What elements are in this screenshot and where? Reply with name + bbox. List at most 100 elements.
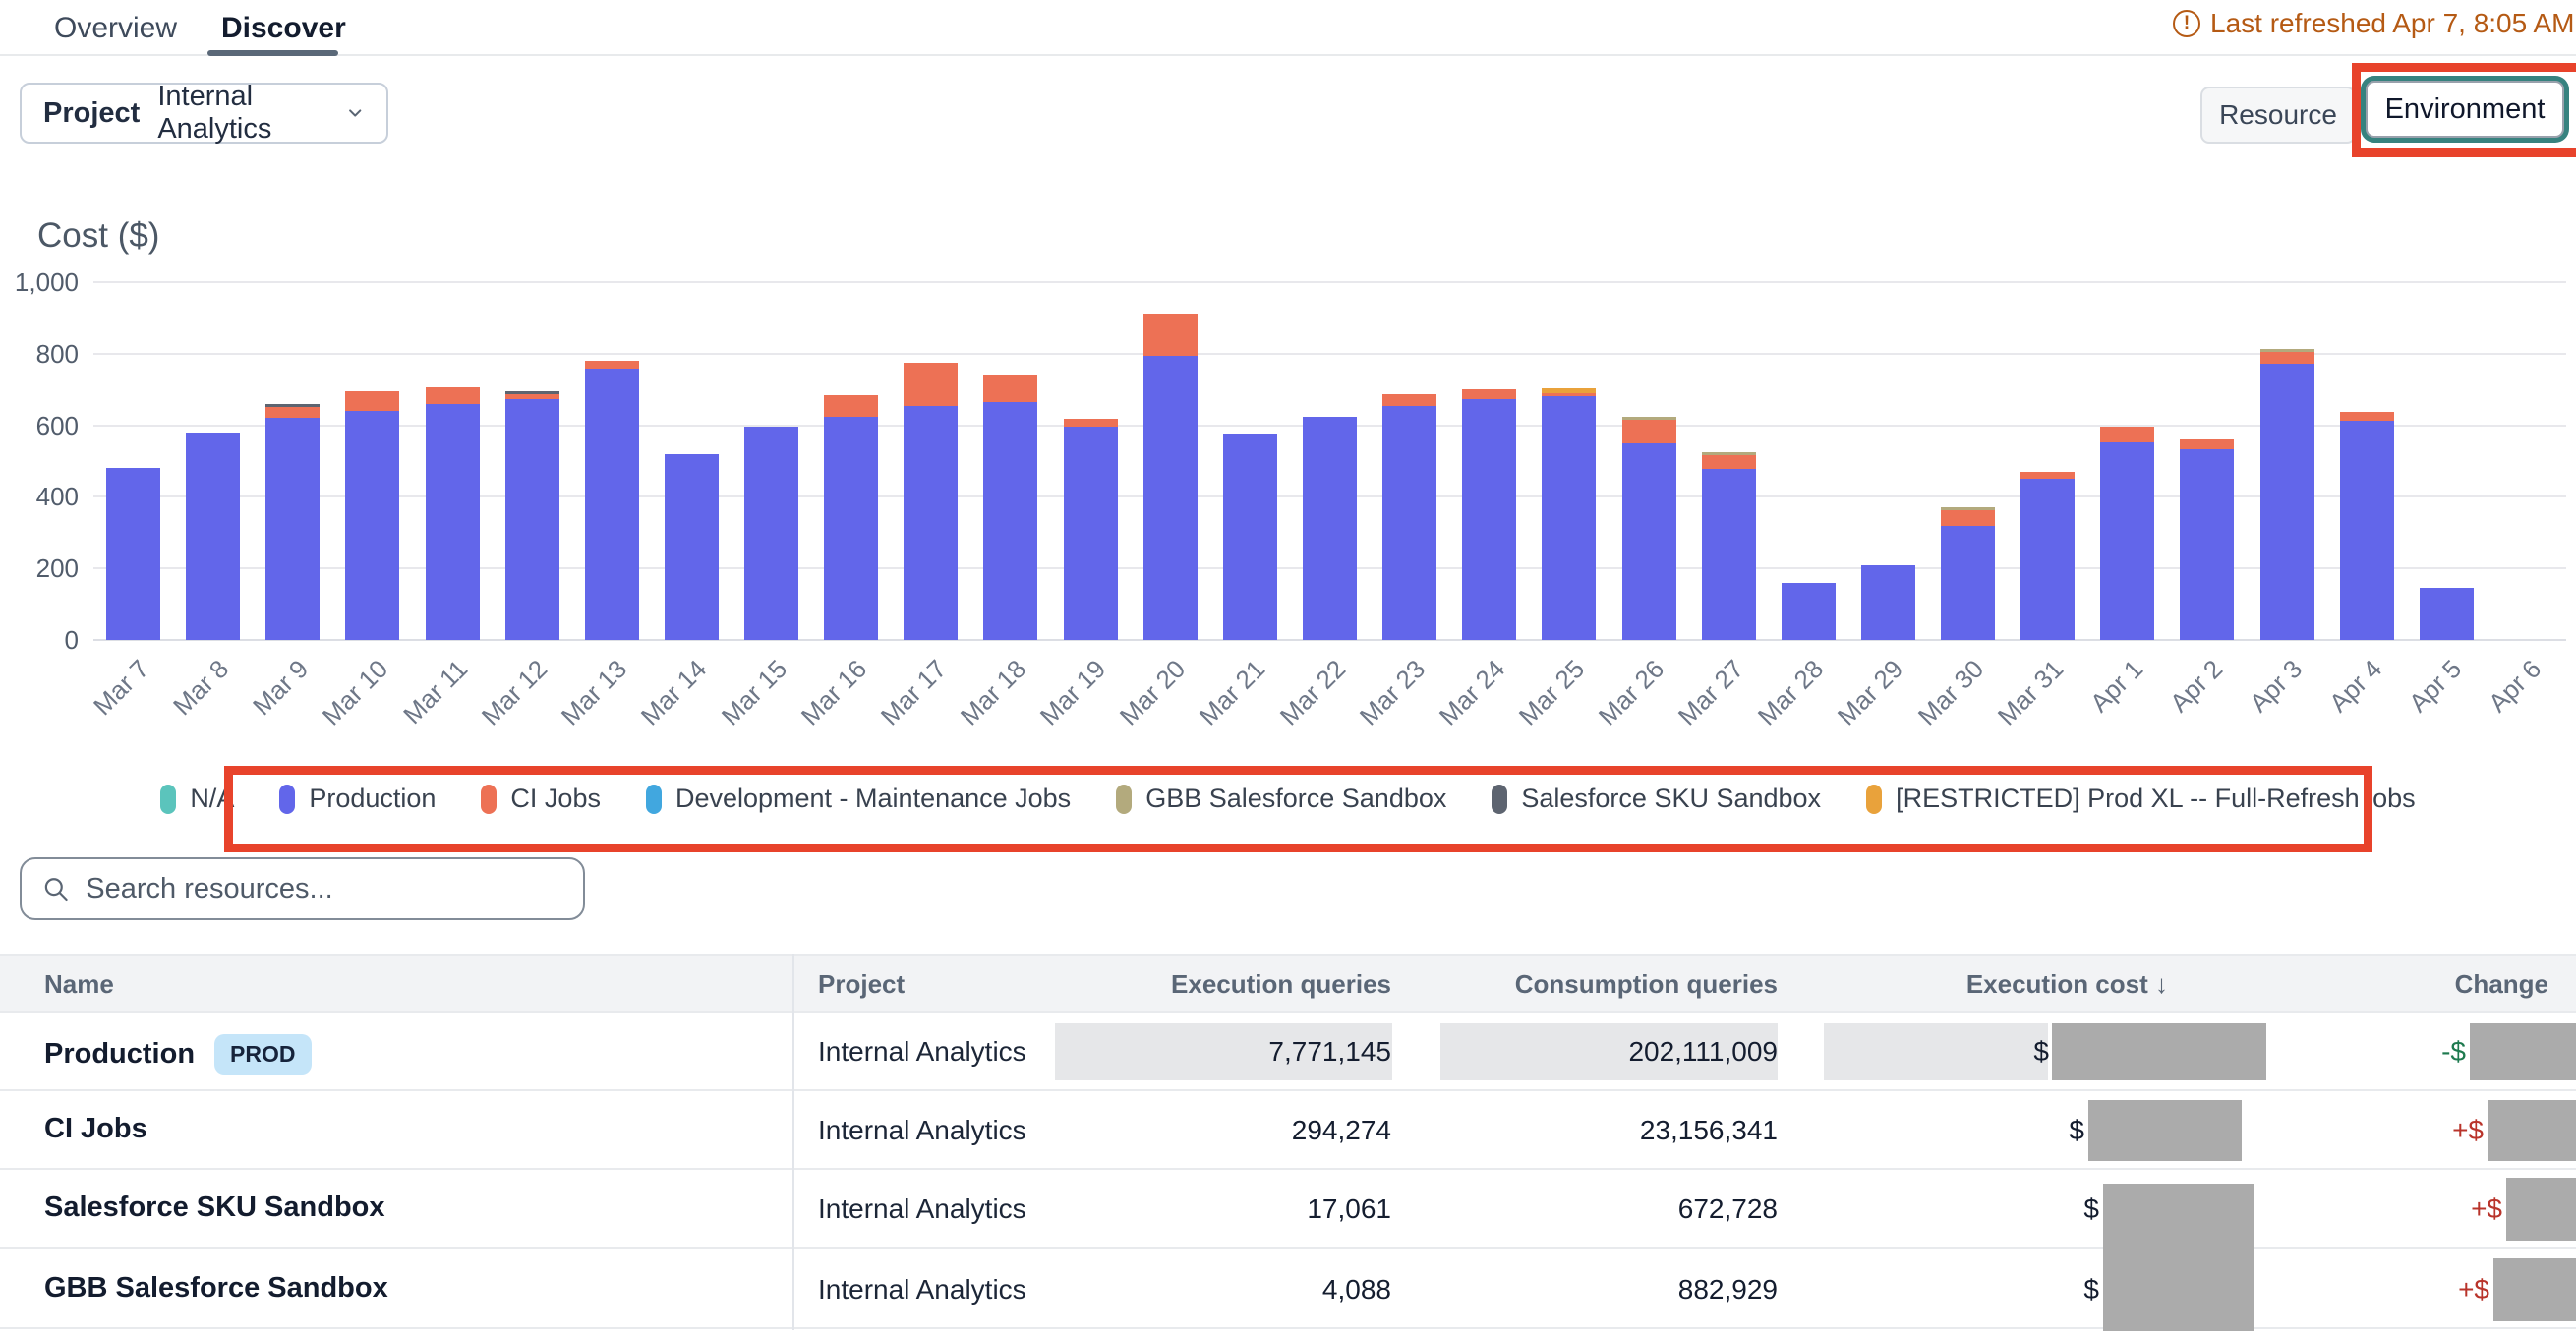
- bar-segment-production: [345, 411, 399, 640]
- bar-segment-production: [426, 404, 480, 640]
- consumption-queries-cell: 23,156,341: [1640, 1115, 1778, 1146]
- bar-segment-ci-jobs: [426, 387, 480, 403]
- legend-label: [RESTRICTED] Prod XL -- Full-Refresh job…: [1896, 784, 2416, 814]
- legend-label: N/A: [190, 784, 234, 814]
- bar-mar-21: [1223, 434, 1277, 640]
- legend-swatch: [1866, 785, 1882, 814]
- table-row-salesforce-sku-sandbox[interactable]: Salesforce SKU SandboxInternal Analytics…: [0, 1170, 2576, 1249]
- legend-item-gbb-salesforce-sandbox[interactable]: GBB Salesforce Sandbox: [1116, 784, 1446, 814]
- bar-mar-23: [1382, 394, 1436, 640]
- legend-swatch: [646, 785, 662, 814]
- bar-mar-16: [824, 395, 878, 640]
- change-prefix: -$: [2441, 1036, 2466, 1068]
- bar-apr-4: [2340, 412, 2394, 640]
- execution-cost-prefix: $: [2083, 1274, 2099, 1306]
- bar-mar-31: [2020, 472, 2075, 640]
- cost-bar-chart: [93, 282, 2566, 640]
- legend-item-production[interactable]: Production: [279, 784, 436, 814]
- project-filter-dropdown[interactable]: Project Internal Analytics: [20, 83, 388, 144]
- consumption-queries-cell: 882,929: [1678, 1274, 1778, 1306]
- legend-swatch: [1116, 785, 1132, 814]
- tab-discover[interactable]: Discover: [221, 12, 346, 45]
- bar-segment-production: [1303, 417, 1357, 640]
- bar-mar-24: [1462, 389, 1516, 640]
- tab-overview[interactable]: Overview: [54, 12, 177, 45]
- bar-segment-ci-jobs: [1382, 394, 1436, 406]
- bar-apr-1: [2100, 427, 2154, 640]
- bar-segment-ci-jobs: [1143, 314, 1198, 356]
- resource-name: Salesforce SKU Sandbox: [44, 1192, 385, 1224]
- resource-name-cell[interactable]: CI Jobs: [44, 1113, 147, 1145]
- y-tick-label: 800: [0, 339, 79, 370]
- bar-mar-17: [904, 363, 958, 640]
- legend-swatch: [1492, 785, 1507, 814]
- execution-cost-redaction: [2103, 1184, 2254, 1331]
- last-refreshed-text: Last refreshed Apr 7, 8:05 AM PDT: [2210, 8, 2576, 39]
- bar-segment-production: [1622, 443, 1676, 640]
- resource-name: Production: [44, 1038, 195, 1071]
- bar-segment-production: [1382, 406, 1436, 640]
- bar-segment-production: [744, 427, 798, 640]
- column-header-consumption-queries[interactable]: Consumption queries: [1515, 969, 1778, 1000]
- bar-mar-29: [1861, 565, 1915, 640]
- search-input[interactable]: [86, 873, 563, 905]
- legend-item-n-a[interactable]: N/A: [160, 784, 234, 814]
- bar-segment-production: [2020, 479, 2075, 640]
- bar-segment-ci-jobs: [2180, 439, 2234, 449]
- bar-segment-ci-jobs: [2100, 427, 2154, 442]
- legend-label: Salesforce SKU Sandbox: [1521, 784, 1821, 814]
- bar-mar-22: [1303, 417, 1357, 640]
- bar-segment-ci-jobs: [2020, 472, 2075, 479]
- column-header-project[interactable]: Project: [818, 969, 905, 1000]
- bar-segment-production: [106, 468, 160, 640]
- legend-item-ci-jobs[interactable]: CI Jobs: [481, 784, 601, 814]
- bar-mar-8: [186, 433, 240, 640]
- project-cell: Internal Analytics: [818, 1115, 1026, 1146]
- bar-segment-production: [665, 454, 719, 640]
- table-row-production[interactable]: ProductionPRODInternal Analytics7,771,14…: [0, 1013, 2576, 1091]
- table-row-ci-jobs[interactable]: CI JobsInternal Analytics294,27423,156,3…: [0, 1091, 2576, 1170]
- resource-name-cell[interactable]: GBB Salesforce Sandbox: [44, 1272, 388, 1305]
- legend-item--restricted-prod-xl-full-refresh-jobs[interactable]: [RESTRICTED] Prod XL -- Full-Refresh job…: [1866, 784, 2416, 814]
- execution-cost-redaction: [2088, 1100, 2242, 1161]
- resource-name-cell[interactable]: ProductionPROD: [44, 1034, 312, 1075]
- bar-mar-27: [1702, 452, 1756, 640]
- change-prefix: +$: [2458, 1274, 2489, 1306]
- column-header-name[interactable]: Name: [44, 969, 114, 1000]
- resource-name-cell[interactable]: Salesforce SKU Sandbox: [44, 1192, 385, 1224]
- bar-segment-production: [585, 369, 639, 640]
- legend-swatch: [279, 785, 295, 814]
- bar-segment-ci-jobs: [2260, 352, 2314, 364]
- legend-label: Development - Maintenance Jobs: [675, 784, 1071, 814]
- legend-item-development-maintenance-jobs[interactable]: Development - Maintenance Jobs: [646, 784, 1071, 814]
- bar-segment-production: [505, 399, 559, 640]
- group-by-environment-button[interactable]: Environment: [2366, 81, 2564, 138]
- column-header-execution-queries[interactable]: Execution queries: [1171, 969, 1391, 1000]
- project-filter-value: Internal Analytics: [157, 81, 326, 146]
- bar-segment-ci-jobs: [1622, 420, 1676, 443]
- consumption-queries-cell: 672,728: [1678, 1193, 1778, 1225]
- bar-segment-production: [1861, 565, 1915, 640]
- column-header-change[interactable]: Change: [2455, 969, 2548, 1000]
- resource-name: CI Jobs: [44, 1113, 147, 1145]
- column-header-execution-cost[interactable]: Execution cost ↓: [1966, 969, 2168, 1000]
- bar-segment-ci-jobs: [265, 407, 320, 418]
- execution-cost-redaction: [2052, 1023, 2266, 1080]
- execution-queries-cell: 7,771,145: [1268, 1036, 1391, 1068]
- bar-segment-ci-jobs: [1702, 455, 1756, 470]
- execution-cost-prefix: $: [2033, 1036, 2049, 1068]
- y-tick-label: 600: [0, 411, 79, 441]
- legend-item-salesforce-sku-sandbox[interactable]: Salesforce SKU Sandbox: [1492, 784, 1821, 814]
- group-by-resource-button[interactable]: Resource: [2200, 87, 2356, 144]
- bar-mar-19: [1064, 419, 1118, 640]
- bar-mar-20: [1143, 314, 1198, 640]
- project-filter-label: Project: [43, 97, 140, 130]
- bar-segment-production: [983, 402, 1037, 640]
- change-redaction: [2506, 1178, 2576, 1241]
- bar-segment-production: [265, 418, 320, 640]
- y-tick-label: 400: [0, 482, 79, 512]
- bar-segment-production: [1782, 583, 1836, 640]
- chevron-down-icon: [345, 100, 365, 126]
- bar-apr-2: [2180, 439, 2234, 640]
- bar-segment-ci-jobs: [824, 395, 878, 416]
